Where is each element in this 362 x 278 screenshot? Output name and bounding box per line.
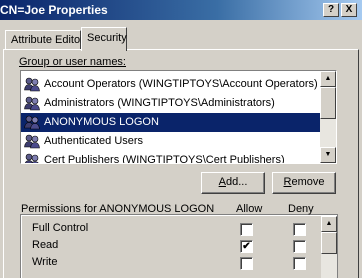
tab-attribute-editor-label: Attribute Editor [11, 34, 84, 46]
close-button[interactable]: X [341, 3, 357, 17]
group-icon [24, 134, 40, 149]
list-item-label: Account Operators (WINGTIPTOYS\Account O… [44, 78, 318, 90]
tab-attribute-editor[interactable]: Attribute Editor [5, 30, 84, 50]
group-icon [24, 153, 39, 163]
list-item-label: Cert Publishers (WINGTIPTOYS\Cert Publis… [44, 154, 285, 164]
group-list-label-text: Group or user names: [19, 56, 126, 68]
permission-name: Read [32, 239, 59, 251]
list-item[interactable]: Account Operators (WINGTIPTOYS\Account O… [21, 75, 322, 94]
scroll-down-icon[interactable]: ▼ [320, 147, 336, 163]
group-list-label: Group or user names: [19, 56, 126, 68]
add-button-mnemonic: A [218, 176, 226, 188]
scroll-thumb[interactable] [320, 87, 336, 119]
group-icon [24, 96, 40, 111]
permission-name: Full Control [32, 222, 89, 234]
list-item-label: Authenticated Users [44, 135, 144, 147]
help-button[interactable]: ? [323, 3, 339, 17]
allow-checkbox[interactable]: ✔ [240, 240, 253, 253]
remove-button[interactable]: Remove [272, 172, 336, 194]
list-item[interactable]: ANONYMOUS LOGON [21, 113, 322, 132]
deny-column-header: Deny [288, 203, 314, 215]
permissions-header: Permissions for ANONYMOUS LOGON [21, 203, 215, 215]
deny-checkbox[interactable] [293, 257, 306, 270]
permission-name: Write [32, 256, 58, 268]
group-icon [24, 115, 40, 130]
scroll-up-icon[interactable]: ▲ [320, 71, 336, 87]
permissions-scrollbar[interactable]: ▲ [321, 216, 337, 278]
list-item[interactable]: Administrators (WINGTIPTOYS\Administrato… [21, 94, 322, 113]
title-bar: CN=Joe Properties ? X [0, 0, 362, 20]
add-button-label: dd... [225, 176, 248, 188]
scroll-thumb[interactable] [321, 232, 337, 254]
group-user-listbox[interactable]: Account Operators (WINGTIPTOYS\Account O… [20, 70, 337, 164]
add-button[interactable]: Add... [201, 172, 265, 194]
allow-column-header: Allow [236, 203, 263, 215]
list-item-label: ANONYMOUS LOGON [44, 116, 159, 128]
deny-checkbox[interactable] [293, 223, 306, 236]
tab-security-label: Security [87, 32, 127, 44]
allow-checkbox[interactable] [240, 257, 253, 270]
scroll-up-icon[interactable]: ▲ [321, 216, 337, 232]
allow-checkbox[interactable] [240, 223, 253, 236]
remove-button-label: emove [291, 176, 325, 188]
group-list-scrollbar[interactable]: ▲ ▼ [320, 71, 336, 163]
deny-checkbox[interactable] [293, 240, 306, 253]
list-item[interactable]: Cert Publishers (WINGTIPTOYS\Cert Publis… [21, 151, 322, 164]
window-title: CN=Joe Properties [0, 3, 108, 17]
group-user-list: Account Operators (WINGTIPTOYS\Account O… [21, 75, 322, 164]
list-item[interactable]: Authenticated Users [21, 132, 322, 151]
group-icon [24, 77, 40, 92]
tab-security[interactable]: Security [81, 27, 127, 51]
list-item-label: Administrators (WINGTIPTOYS\Administrato… [44, 97, 275, 109]
